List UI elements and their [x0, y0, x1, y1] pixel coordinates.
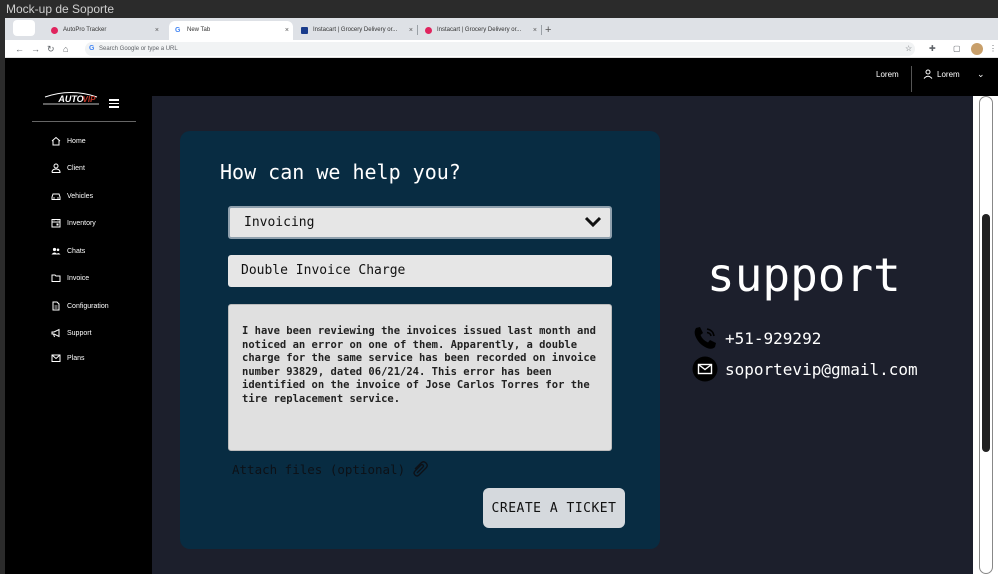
forward-icon[interactable]: →	[31, 42, 40, 56]
tab-separator	[417, 25, 418, 35]
tab-instacart-1[interactable]: Instacart | Grocery Delivery or... ×	[295, 21, 417, 40]
user-icon	[51, 163, 61, 173]
chevron-down-icon	[584, 216, 602, 228]
bookmark-star-icon[interactable]: ☆	[905, 42, 912, 56]
instacart-favicon-icon	[425, 27, 432, 34]
form-title: How can we help you?	[220, 160, 461, 184]
back-icon[interactable]: ←	[15, 42, 24, 56]
sidebar-item-chats[interactable]: Chats	[51, 244, 85, 258]
folder-icon	[51, 274, 61, 282]
app-root: Lorem Lorem ⌄ AUTO VIP Home Client Vehic…	[5, 58, 998, 574]
main-content: How can we help you? Invoicing Double In…	[152, 96, 973, 574]
subject-field[interactable]: Double Invoice Charge	[228, 255, 612, 287]
extensions-icon[interactable]: ✚	[929, 42, 936, 56]
new-tab-button[interactable]: +	[545, 21, 551, 39]
sidebar-item-vehicles[interactable]: Vehicles	[51, 189, 93, 203]
google-icon: G	[89, 45, 95, 52]
home-icon	[51, 136, 61, 146]
tab-instacart-2[interactable]: Instacart | Grocery Delivery or... ×	[419, 21, 541, 40]
google-favicon-icon: G	[175, 27, 181, 34]
inventory-icon	[51, 219, 61, 228]
tab-label: New Tab	[187, 27, 211, 33]
tab-label: AutoPro Tracker	[63, 27, 107, 33]
user-icon	[923, 69, 933, 79]
create-ticket-button[interactable]: CREATE A TICKET	[483, 488, 625, 528]
document-icon	[52, 301, 60, 311]
tab-close-icon[interactable]: ×	[155, 21, 159, 40]
browser-toolbar: ← → ↻ ⌂ G Search Google or type a URL ☆ …	[5, 40, 998, 58]
topbar-link[interactable]: Lorem	[876, 70, 899, 79]
topbar-divider	[911, 66, 912, 92]
paypal-favicon-icon	[301, 27, 308, 34]
message-textarea[interactable]: I have been reviewing the invoices issue…	[228, 304, 612, 451]
tab-strip: AutoPro Tracker × G New Tab × Instacart …	[5, 18, 998, 40]
sidebar-item-support[interactable]: Support	[51, 326, 92, 340]
sidebar-item-label: Client	[67, 164, 85, 172]
attach-files-link[interactable]: Attach files (optional)	[232, 460, 429, 478]
autopro-favicon-icon	[51, 27, 58, 34]
tab-new-tab[interactable]: G New Tab ×	[169, 21, 293, 40]
reload-icon[interactable]: ↻	[47, 42, 55, 56]
sidebar-item-label: Vehicles	[67, 192, 94, 200]
hamburger-menu-icon[interactable]	[109, 99, 119, 108]
app-topbar: Lorem Lorem ⌄	[5, 58, 998, 96]
window-title: Mock-up de Soporte	[0, 0, 998, 18]
email-address: soportevip@gmail.com	[725, 359, 918, 379]
support-heading: support	[707, 248, 901, 302]
sidebar-item-label: Plans	[67, 354, 85, 362]
sidebar-item-label: Inventory	[67, 219, 96, 227]
tab-autopro[interactable]: AutoPro Tracker ×	[45, 21, 163, 40]
paperclip-icon	[413, 461, 428, 477]
support-email[interactable]: soportevip@gmail.com	[692, 356, 918, 382]
tab-close-icon[interactable]: ×	[285, 21, 289, 40]
tab-label: Instacart | Grocery Delivery or...	[437, 27, 522, 33]
tab-separator	[541, 25, 542, 35]
sidebar-item-label: Home	[67, 137, 86, 145]
side-panel-icon[interactable]: ▢	[953, 42, 961, 56]
sidebar-item-inventory[interactable]: Inventory	[51, 216, 96, 230]
car-icon	[51, 193, 61, 200]
phone-number: +51-929292	[725, 328, 822, 348]
sidebar-item-client[interactable]: Client	[51, 161, 85, 175]
sidebar: AUTO VIP Home Client Vehicles Inventory	[5, 58, 152, 574]
svg-text:VIP: VIP	[83, 95, 97, 104]
svg-text:AUTO: AUTO	[57, 94, 83, 104]
address-bar[interactable]: G Search Google or type a URL	[85, 42, 915, 56]
menu-dots-icon[interactable]: ⋮	[989, 42, 997, 56]
mail-icon	[51, 354, 61, 362]
sidebar-item-label: Chats	[67, 247, 86, 255]
browser-window: AutoPro Tracker × G New Tab × Instacart …	[5, 18, 998, 574]
megaphone-icon	[51, 328, 60, 338]
attach-label: Attach files (optional)	[232, 461, 406, 477]
support-form-card: How can we help you? Invoicing Double In…	[180, 131, 660, 549]
category-select[interactable]: Invoicing	[228, 206, 612, 239]
sidebar-item-plans[interactable]: Plans	[51, 351, 85, 365]
sidebar-item-invoice[interactable]: Invoice	[51, 271, 89, 285]
address-placeholder: Search Google or type a URL	[99, 46, 178, 52]
chat-icon	[51, 247, 61, 255]
email-icon	[692, 356, 718, 382]
category-value: Invoicing	[244, 215, 315, 230]
phone-icon	[694, 327, 716, 349]
sidebar-item-label: Configuration	[67, 302, 109, 310]
tab-label: Instacart | Grocery Delivery or...	[313, 27, 398, 33]
home-button-icon[interactable]: ⌂	[63, 42, 68, 56]
sidebar-item-label: Support	[67, 329, 92, 337]
tab-close-icon[interactable]: ×	[533, 21, 537, 40]
sidebar-item-configuration[interactable]: Configuration	[51, 299, 109, 313]
sidebar-divider	[32, 121, 136, 122]
sidebar-item-label: Invoice	[67, 274, 90, 282]
chevron-down-icon[interactable]: ⌄	[977, 69, 985, 80]
autovip-logo: AUTO VIP	[43, 92, 99, 105]
tab-search-box[interactable]	[13, 20, 35, 36]
tab-close-icon[interactable]: ×	[409, 21, 413, 40]
support-phone: +51-929292	[692, 325, 821, 351]
user-name: Lorem	[937, 69, 960, 79]
user-menu[interactable]: Lorem	[923, 69, 960, 79]
page-scrollbar[interactable]	[973, 96, 998, 574]
profile-avatar[interactable]	[971, 43, 983, 55]
sidebar-item-home[interactable]: Home	[51, 134, 86, 148]
scrollbar-thumb[interactable]	[982, 214, 990, 452]
